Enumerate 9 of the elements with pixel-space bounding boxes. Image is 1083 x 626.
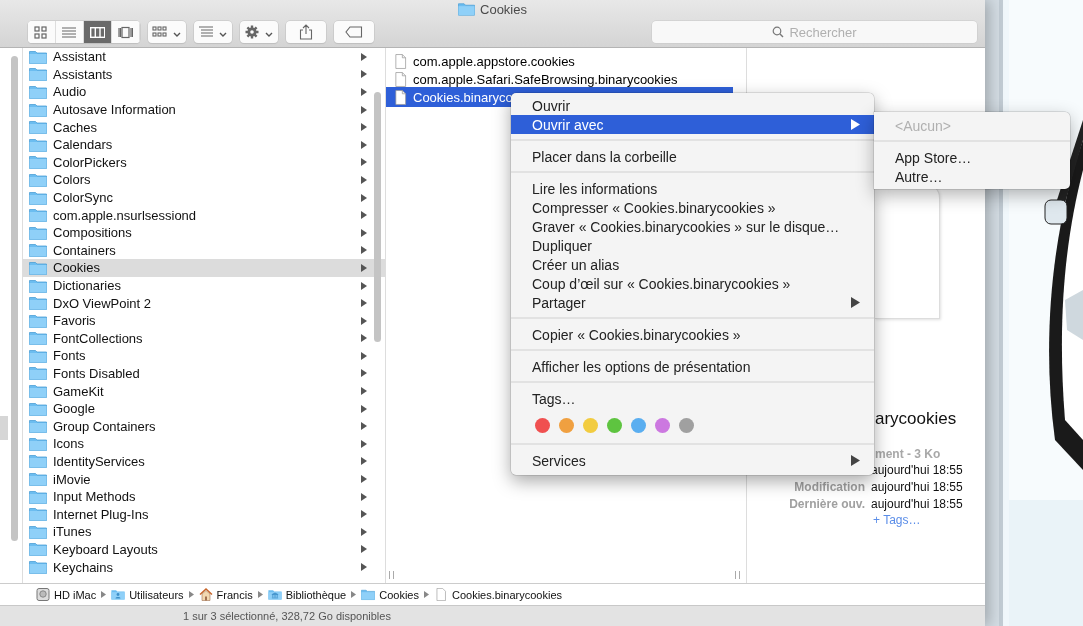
date-value: aujourd'hui 18:55 (871, 496, 964, 511)
status-text: 1 sur 3 sélectionné, 328,72 Go disponibles (183, 610, 391, 622)
date-label: Modification (793, 479, 865, 494)
date-value: aujourd'hui 18:55 (871, 479, 964, 494)
file-kind-size: ment - 3 Ko (875, 447, 942, 461)
date-value: aujourd'hui 18:55 (871, 462, 964, 477)
file-name: arycookies (875, 409, 958, 429)
date-label: Dernière ouv. (788, 496, 865, 511)
window-title: Cookies (480, 1, 527, 17)
